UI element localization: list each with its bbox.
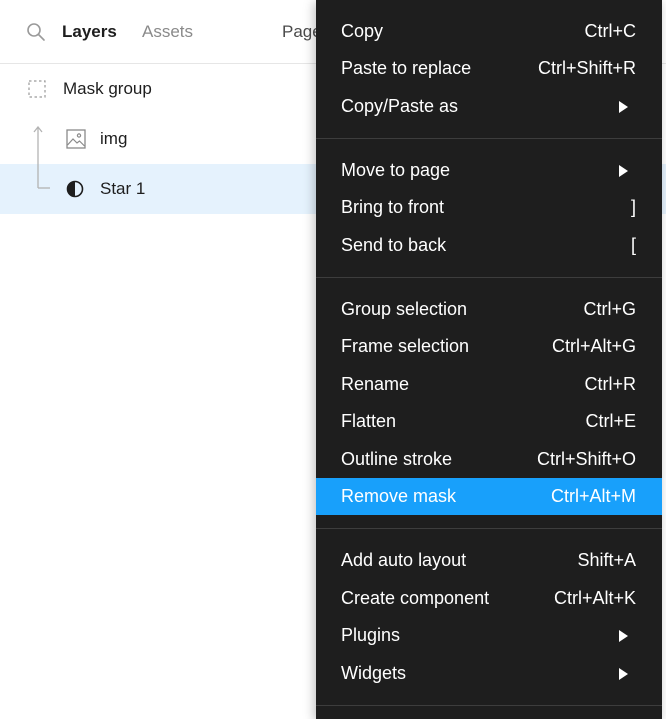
- tab-assets[interactable]: Assets: [142, 22, 193, 42]
- menu-item-label: Widgets: [341, 663, 407, 683]
- menu-item-paste-to-replace[interactable]: Paste to replace Ctrl+Shift+R: [316, 50, 662, 87]
- menu-item-shortcut: Ctrl+G: [583, 299, 636, 319]
- menu-divider: [316, 528, 662, 529]
- menu-item-shortcut: Ctrl+Shift+O: [536, 449, 636, 469]
- layer-name: img: [100, 129, 128, 148]
- menu-item-plugins[interactable]: Plugins: [316, 617, 662, 654]
- menu-item-shortcut: ]: [630, 197, 636, 217]
- menu-item-rename[interactable]: Rename Ctrl+R: [316, 366, 662, 403]
- menu-item-label: Paste to replace: [341, 58, 472, 78]
- menu-divider: [316, 705, 662, 706]
- menu-divider: [316, 277, 662, 278]
- tab-layers[interactable]: Layers: [62, 22, 117, 42]
- menu-item-shortcut: Ctrl+Alt+K: [553, 588, 636, 608]
- menu-item-shortcut: Ctrl+Alt+G: [551, 336, 636, 356]
- menu-item-copy[interactable]: Copy Ctrl+C: [316, 13, 662, 50]
- context-menu: Copy Ctrl+C Paste to replace Ctrl+Shift+…: [316, 0, 662, 719]
- menu-item-remove-mask[interactable]: Remove mask Ctrl+Alt+M: [316, 478, 662, 515]
- menu-item-shortcut: Shift+A: [577, 550, 636, 570]
- menu-item-shortcut: Ctrl+C: [584, 21, 636, 41]
- mask-connector-icon: [33, 126, 50, 189]
- menu-item-outline-stroke[interactable]: Outline stroke Ctrl+Shift+O: [316, 441, 662, 478]
- menu-item-create-component[interactable]: Create component Ctrl+Alt+K: [316, 580, 662, 617]
- menu-item-widgets[interactable]: Widgets: [316, 655, 662, 692]
- menu-item-label: Plugins: [341, 625, 401, 645]
- menu-item-label: Copy: [341, 21, 384, 41]
- menu-item-label: Rename: [341, 374, 410, 394]
- menu-item-shortcut: Ctrl+E: [585, 411, 636, 431]
- menu-item-add-auto-layout[interactable]: Add auto layout Shift+A: [316, 542, 662, 579]
- submenu-arrow-icon: [619, 165, 628, 177]
- menu-item-move-to-page[interactable]: Move to page: [316, 152, 662, 189]
- menu-item-label: Copy/Paste as: [341, 96, 459, 116]
- menu-item-flatten[interactable]: Flatten Ctrl+E: [316, 403, 662, 440]
- menu-item-label: Outline stroke: [341, 449, 453, 469]
- menu-item-label: Frame selection: [341, 336, 470, 356]
- menu-divider: [316, 138, 662, 139]
- submenu-arrow-icon: [619, 630, 628, 642]
- menu-item-shortcut: Ctrl+R: [584, 374, 636, 394]
- menu-item-copy-paste-as[interactable]: Copy/Paste as: [316, 88, 662, 125]
- menu-item-label: Move to page: [341, 160, 451, 180]
- menu-item-frame-selection[interactable]: Frame selection Ctrl+Alt+G: [316, 328, 662, 365]
- menu-item-label: Remove mask: [341, 486, 457, 506]
- search-icon[interactable]: [26, 22, 46, 42]
- menu-item-label: Create component: [341, 588, 490, 608]
- menu-item-send-to-back[interactable]: Send to back [: [316, 227, 662, 264]
- menu-item-shortcut: [: [630, 235, 636, 255]
- menu-item-group-selection[interactable]: Group selection Ctrl+G: [316, 291, 662, 328]
- submenu-arrow-icon: [619, 101, 628, 113]
- submenu-arrow-icon: [619, 668, 628, 680]
- menu-item-label: Flatten: [341, 411, 397, 431]
- mask-group-icon: [28, 80, 46, 98]
- menu-item-shortcut: Ctrl+Shift+R: [537, 58, 636, 78]
- menu-item-shortcut: Ctrl+Alt+M: [550, 486, 636, 506]
- menu-item-bring-to-front[interactable]: Bring to front ]: [316, 189, 662, 226]
- layer-name: Mask group: [63, 79, 152, 98]
- menu-item-label: Send to back: [341, 235, 447, 255]
- menu-item-label: Group selection: [341, 299, 468, 319]
- menu-item-label: Bring to front: [341, 197, 445, 217]
- menu-item-label: Add auto layout: [341, 550, 467, 570]
- mask-star-icon: [66, 180, 84, 198]
- layer-name: Star 1: [100, 179, 146, 198]
- image-icon: [66, 129, 86, 149]
